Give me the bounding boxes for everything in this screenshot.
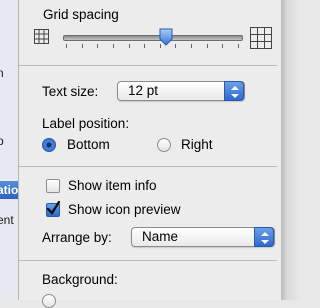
background-radio[interactable] [42, 294, 56, 308]
large-grid-icon [250, 27, 272, 49]
slider-tick [66, 44, 67, 48]
slider-tick [175, 44, 176, 48]
slider-tick [207, 44, 208, 48]
slider-tick [129, 44, 130, 48]
text-size-value: 12 pt [128, 83, 159, 98]
slider-tick [222, 44, 223, 48]
grid-spacing-label: Grid spacing [43, 7, 119, 22]
slider-tick [82, 44, 83, 48]
slider-tick [97, 44, 98, 48]
small-grid-icon [34, 29, 49, 44]
window-edge [281, 0, 300, 300]
popup-arrows-icon [254, 227, 274, 247]
slider-tick [144, 44, 145, 48]
checkmark-icon [46, 201, 60, 215]
bottom-radio-label[interactable]: Bottom [67, 137, 110, 152]
right-radio[interactable] [157, 138, 171, 152]
label-position-label: Label position: [42, 116, 130, 131]
arrange-by-value: Name [142, 229, 179, 244]
slider-tick [238, 44, 239, 48]
divider [19, 260, 277, 261]
right-radio-label[interactable]: Right [181, 137, 213, 152]
show-icon-preview-checkbox[interactable] [46, 201, 60, 217]
show-item-info-label[interactable]: Show item info [68, 178, 157, 193]
sidebar-item-label[interactable]: n [0, 66, 4, 80]
grid-spacing-slider-thumb[interactable] [159, 28, 173, 46]
sidebar-item-label: atio [0, 183, 19, 197]
slider-tick [113, 44, 114, 48]
sidebar-item-label[interactable]: ent [0, 213, 14, 227]
background-label: Background: [42, 272, 118, 287]
divider [19, 166, 277, 167]
arrange-by-popup[interactable]: Name [131, 227, 275, 247]
view-options-panel [19, 0, 281, 300]
divider [19, 65, 277, 66]
bottom-radio[interactable] [42, 138, 56, 152]
sidebar: n p atio ent [0, 0, 19, 300]
sidebar-item-label[interactable]: p [0, 134, 4, 148]
text-size-label: Text size: [42, 84, 99, 99]
show-item-info-checkbox[interactable] [46, 179, 60, 193]
slider-tick [191, 44, 192, 48]
sidebar-item-selected[interactable]: atio [0, 181, 18, 199]
arrange-by-label: Arrange by: [42, 230, 112, 245]
popup-arrows-icon [224, 81, 244, 101]
text-size-popup[interactable]: 12 pt [117, 81, 245, 101]
grid-spacing-slider-track[interactable] [63, 35, 243, 41]
show-icon-preview-label[interactable]: Show icon preview [68, 202, 181, 217]
